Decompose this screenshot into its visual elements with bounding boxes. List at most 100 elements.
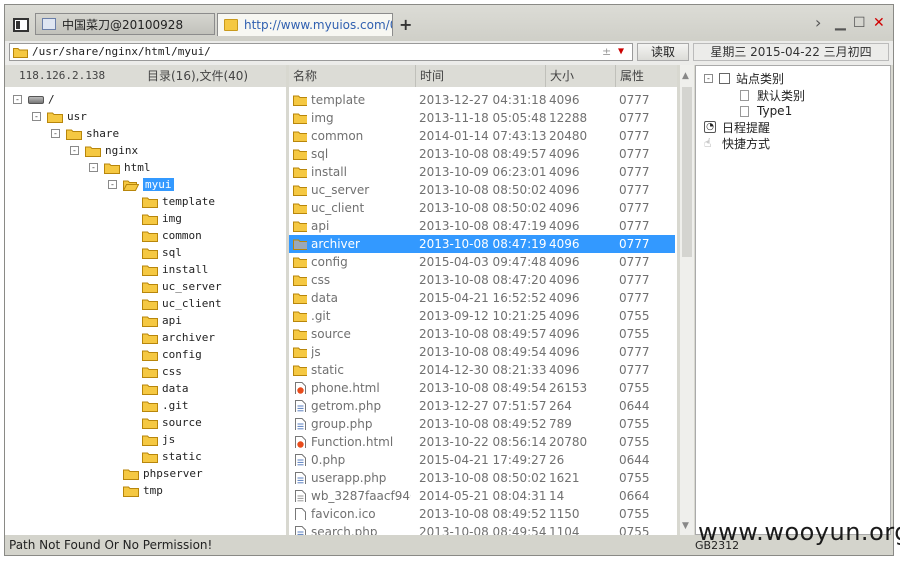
file-row[interactable]: wb_3287faacf9464... 2014-05-21 08:04:3114…: [289, 487, 675, 505]
file-row[interactable]: sql 2013-10-08 08:49:57 4096 0777: [289, 145, 675, 163]
file-list-scrollbar[interactable]: ▲ ▼: [680, 65, 694, 535]
bookmark-plus-icon[interactable]: ±: [602, 44, 611, 60]
tree-node[interactable]: js: [142, 431, 175, 448]
category-item[interactable]: Type1: [740, 103, 792, 119]
tree-node[interactable]: - /: [13, 91, 55, 108]
scroll-up-icon[interactable]: ▲: [682, 71, 689, 81]
file-size: 789: [549, 417, 572, 431]
collapse-toggle-icon[interactable]: -: [70, 146, 79, 155]
file-row[interactable]: img 2013-11-18 05:05:48 12288 0777: [289, 109, 675, 127]
file-row[interactable]: favicon.ico 2013-10-08 08:49:52 1150 0755: [289, 505, 675, 523]
file-name: sql: [311, 147, 329, 161]
tree-node-label: archiver: [162, 331, 215, 344]
collapse-toggle-icon[interactable]: -: [89, 163, 98, 172]
collapse-toggle-icon[interactable]: -: [32, 112, 41, 121]
file-row[interactable]: userapp.php 2013-10-08 08:50:02 1621 0755: [289, 469, 675, 487]
collapse-toggle-icon[interactable]: -: [704, 73, 713, 83]
file-size: 4096: [549, 273, 580, 287]
tree-node[interactable]: img: [142, 210, 182, 227]
chevron-right-icon[interactable]: ›: [815, 15, 821, 31]
tree-node[interactable]: common: [142, 227, 202, 244]
file-time: 2013-10-08 08:49:54: [419, 381, 547, 395]
tab-caidao[interactable]: 中国菜刀@20100928: [35, 13, 215, 35]
tree-node[interactable]: - html: [89, 159, 151, 176]
file-row[interactable]: js 2013-10-08 08:49:54 4096 0777: [289, 343, 675, 361]
collapse-toggle-icon[interactable]: -: [13, 95, 22, 104]
tree-node[interactable]: install: [142, 261, 208, 278]
file-row[interactable]: css 2013-10-08 08:47:20 4096 0777: [289, 271, 675, 289]
file-row[interactable]: 0.php 2015-04-21 17:49:27 26 0644: [289, 451, 675, 469]
file-row[interactable]: uc_server 2013-10-08 08:50:02 4096 0777: [289, 181, 675, 199]
collapse-toggle-icon[interactable]: -: [108, 180, 117, 189]
column-size[interactable]: 大小: [545, 65, 615, 87]
read-button[interactable]: 读取: [637, 43, 689, 61]
column-attr[interactable]: 属性: [615, 65, 677, 87]
column-name[interactable]: 名称: [289, 65, 419, 87]
app-menu-icon[interactable]: [13, 18, 29, 32]
tree-node[interactable]: - myui: [108, 176, 174, 193]
tree-node[interactable]: api: [142, 312, 182, 329]
category-item[interactable]: 默认类别: [740, 87, 805, 103]
file-row[interactable]: template 2013-12-27 04:31:18 4096 0777: [289, 91, 675, 109]
file-name: Function.html: [311, 435, 394, 449]
tree-node[interactable]: .git: [142, 397, 189, 414]
scroll-down-icon[interactable]: ▼: [682, 521, 689, 531]
file-row[interactable]: uc_client 2013-10-08 08:50:02 4096 0777: [289, 199, 675, 217]
file-row[interactable]: api 2013-10-08 08:47:19 4096 0777: [289, 217, 675, 235]
file-time: 2013-10-08 08:47:19: [419, 237, 547, 251]
category-item[interactable]: ◔ 日程提醒: [704, 119, 770, 135]
tree-node[interactable]: sql: [142, 244, 182, 261]
chevron-down-icon[interactable]: ▼: [618, 44, 624, 60]
tree-node[interactable]: - usr: [32, 108, 87, 125]
maximize-icon[interactable]: ☐: [853, 15, 866, 31]
tree-node[interactable]: template: [142, 193, 215, 210]
folder-icon: [142, 418, 158, 429]
file-row[interactable]: static 2014-12-30 08:21:33 4096 0777: [289, 361, 675, 379]
file-row[interactable]: getrom.php 2013-12-27 07:51:57 264 0644: [289, 397, 675, 415]
file-row[interactable]: source 2013-10-08 08:49:57 4096 0755: [289, 325, 675, 343]
file-row[interactable]: phone.html 2013-10-08 08:49:54 26153 0755: [289, 379, 675, 397]
file-attr: 0777: [619, 165, 650, 179]
html-file-icon: [295, 382, 306, 394]
tree-node[interactable]: - share: [51, 125, 119, 142]
tab-site[interactable]: http://www.myuios.com/0.php: [217, 13, 393, 36]
tree-node[interactable]: tmp: [123, 482, 163, 499]
new-tab-icon[interactable]: +: [399, 15, 412, 34]
file-row[interactable]: config 2015-04-03 09:47:48 4096 0777: [289, 253, 675, 271]
minimize-icon[interactable]: ▁: [835, 15, 846, 31]
app-tab-icon: [42, 18, 56, 30]
tree-node[interactable]: static: [142, 448, 202, 465]
category-item[interactable]: - 站点类别: [704, 70, 784, 86]
file-name: data: [311, 291, 339, 305]
file-attr: 0777: [619, 183, 650, 197]
close-icon[interactable]: ✕: [873, 15, 885, 31]
file-attr: 0777: [619, 93, 650, 107]
tree-node[interactable]: - nginx: [70, 142, 138, 159]
tree-node[interactable]: archiver: [142, 329, 215, 346]
collapse-toggle-icon[interactable]: -: [51, 129, 60, 138]
tree-node[interactable]: config: [142, 346, 202, 363]
file-name: uc_client: [311, 201, 365, 215]
file-row[interactable]: install 2013-10-09 06:23:01 4096 0777: [289, 163, 675, 181]
file-row[interactable]: data 2015-04-21 16:52:52 4096 0777: [289, 289, 675, 307]
folder-icon: [224, 19, 238, 31]
path-input[interactable]: /usr/share/nginx/html/myui/ ± ▼: [9, 43, 633, 61]
file-row[interactable]: Function.html 2013-10-22 08:56:14 20780 075…: [289, 433, 675, 451]
tree-node[interactable]: css: [142, 363, 182, 380]
category-item[interactable]: ☝ 快捷方式: [704, 135, 770, 151]
file-name: config: [311, 255, 348, 269]
file-row[interactable]: archiver 2013-10-08 08:47:19 4096 0777: [289, 235, 675, 253]
column-time[interactable]: 时间: [415, 65, 545, 87]
file-attr: 0644: [619, 399, 650, 413]
file-row[interactable]: common 2014-01-14 07:43:13 20480 0777: [289, 127, 675, 145]
file-row[interactable]: search.php 2013-10-08 08:49:54 1104 0755: [289, 523, 675, 535]
file-attr: 0777: [619, 111, 650, 125]
scrollbar-thumb[interactable]: [682, 87, 692, 257]
file-row[interactable]: group.php 2013-10-08 08:49:52 789 0755: [289, 415, 675, 433]
tree-node[interactable]: uc_server: [142, 278, 222, 295]
tree-node[interactable]: data: [142, 380, 189, 397]
tree-node[interactable]: phpserver: [123, 465, 203, 482]
file-row[interactable]: .git 2013-09-12 10:21:25 4096 0755: [289, 307, 675, 325]
tree-node[interactable]: source: [142, 414, 202, 431]
tree-node[interactable]: uc_client: [142, 295, 222, 312]
